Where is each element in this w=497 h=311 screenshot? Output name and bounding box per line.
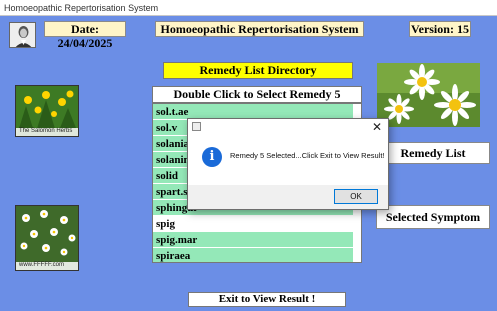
avatar	[9, 22, 36, 48]
herb-caption-bottom: www.FFFFF.com	[19, 262, 64, 268]
daisy-photo	[377, 63, 480, 127]
info-icon: i	[202, 147, 222, 167]
remedy-list-button[interactable]: Remedy List	[376, 142, 490, 164]
window-titlebar: Homoeopathic Repertorisation System	[0, 0, 497, 16]
portrait-icon	[10, 23, 35, 47]
list-item-selected[interactable]: spig	[153, 216, 353, 232]
dialog-titlebar: ✕	[188, 119, 388, 135]
list-item[interactable]: spig.mar	[153, 232, 353, 248]
ok-button[interactable]: OK	[334, 189, 378, 204]
close-icon[interactable]: ✕	[372, 119, 382, 135]
herb-photo-top: The Salomon Herbs	[15, 85, 79, 137]
date-label: Date: 24/04/2025	[44, 21, 126, 50]
dialog-body: i Remedy 5 Selected...Click Exit to View…	[188, 135, 388, 185]
selected-symptom-button[interactable]: Selected Symptom	[376, 205, 490, 229]
remedy-directory-title: Remedy List Directory	[163, 62, 353, 79]
app-icon	[192, 122, 201, 131]
dialog-message: Remedy 5 Selected...Click Exit to View R…	[230, 151, 385, 160]
app-title: Homoeopathic Repertorisation System	[155, 21, 364, 37]
dialog-footer: OK	[188, 185, 388, 209]
window-title: Homoeopathic Repertorisation System	[4, 3, 159, 13]
info-dialog: ✕ i Remedy 5 Selected...Click Exit to Vi…	[187, 118, 389, 210]
main-window: Date: 24/04/2025 Homoeopathic Repertoris…	[0, 16, 497, 311]
herb-caption-top: The Salomon Herbs	[19, 128, 73, 134]
daisy-image	[377, 63, 480, 127]
version-label: Version: 15	[409, 21, 471, 37]
list-instruction: Double Click to Select Remedy 5	[152, 86, 362, 103]
exit-button[interactable]: Exit to View Result !	[188, 292, 346, 307]
herb-photo-bottom: www.FFFFF.com	[15, 205, 79, 271]
list-item[interactable]: spiraea	[153, 248, 353, 262]
